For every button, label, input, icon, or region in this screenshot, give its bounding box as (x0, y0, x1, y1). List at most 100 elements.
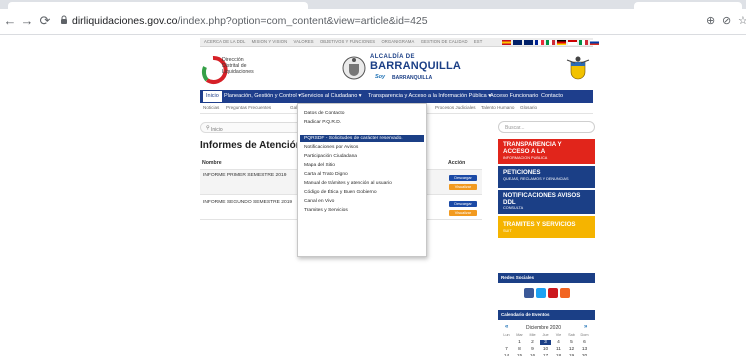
top-link[interactable]: OBJETIVOS Y FUNCIONES (320, 39, 375, 44)
nav-item-acceso-funcionario[interactable]: Acceso Funcionario (490, 92, 538, 101)
alcaldia-shield-icon (342, 56, 366, 80)
breadcrumb-label: Inicio (211, 127, 223, 133)
france-flag-icon[interactable] (535, 40, 544, 45)
top-link[interactable]: GESTION DE CALIDAD (421, 39, 468, 44)
top-link[interactable]: ACERCA DE LA DDL (204, 39, 245, 44)
twitter-icon[interactable] (536, 288, 546, 298)
subnav-item[interactable]: Noticias (203, 105, 219, 110)
nav-item-transparencia[interactable]: Transparencia y Acceso a la Información … (368, 92, 491, 101)
banner-title: TRAMITES Y SERVICIOS (503, 221, 576, 228)
main-navbar: Inicio Planeación, Gestión y Control ▾ S… (200, 90, 593, 103)
banner-title: PETICIONES (503, 169, 541, 176)
top-link[interactable]: EST (474, 39, 482, 44)
star-icon[interactable]: ☆ (738, 14, 746, 28)
report-name[interactable]: INFORME PRIMER SEMESTRE 2019 (203, 173, 286, 178)
tracking-icon[interactable]: ⊘ (722, 14, 731, 28)
calendar-day[interactable]: 13 (579, 347, 590, 352)
language-flags (502, 40, 599, 46)
report-name[interactable]: INFORME SEGUNDO SEMESTRE 2019 (203, 200, 292, 205)
subnav-item[interactable]: Procesos Judiciales (435, 105, 476, 110)
calendar-weekday: Mar (516, 333, 523, 337)
calendar-weekday: Jue (542, 333, 549, 337)
subnav-item[interactable]: Preguntas Frecuentes (226, 105, 271, 110)
tramites-banner[interactable]: TRAMITES Y SERVICIOS SUIT (498, 216, 595, 238)
subnav-item[interactable]: Talento Humano (481, 105, 514, 110)
spain-flag-icon[interactable] (502, 40, 511, 45)
banner-title: NOTIFICACIONES AVISOS (503, 192, 581, 199)
dropdown-item[interactable]: Participación Ciudadana (304, 154, 357, 159)
calendar-day[interactable]: 5 (566, 340, 577, 345)
top-link[interactable]: VALORES (294, 39, 314, 44)
banner-subtitle: CONSULTA (503, 206, 524, 210)
calendar-day[interactable]: 8 (514, 347, 525, 352)
calendar-next-icon[interactable]: » (584, 324, 587, 330)
flag-icon[interactable] (568, 40, 577, 45)
url-text[interactable]: dirliquidaciones.gov.co/index.php?option… (72, 14, 428, 28)
banner-title: TRANSPARENCIA Y (503, 141, 562, 148)
dropdown-item[interactable]: Notificaciones por Avisos (304, 145, 358, 150)
download-button[interactable]: Descargar (449, 201, 477, 207)
redes-sociales-header: Redes Sociales (498, 273, 595, 283)
uk-flag-icon[interactable] (524, 40, 533, 45)
notificaciones-banner[interactable]: NOTIFICACIONES AVISOS DDL CONSULTA (498, 190, 595, 214)
dropdown-item[interactable]: Carta al Trato Digno (304, 172, 348, 177)
youtube-icon[interactable] (548, 288, 558, 298)
forward-arrow-icon[interactable]: → (20, 13, 34, 29)
top-link[interactable]: ORGANIGRAMA (381, 39, 414, 44)
search-input[interactable]: Buscar... (498, 121, 595, 133)
calendar-day[interactable]: 7 (501, 347, 512, 352)
calendar-day[interactable]: 1 (514, 340, 525, 345)
servicios-dropdown-menu: Datos de Contacto Radicar P.Q.R.D. PQRSD… (297, 103, 427, 257)
view-button[interactable]: Visualizar (449, 210, 477, 216)
colombia-coat-of-arms-icon (566, 56, 590, 80)
url-path: /index.php?option=com_content&view=artic… (177, 15, 428, 27)
uk-flag-icon[interactable] (513, 40, 522, 45)
transparencia-banner[interactable]: TRANSPARENCIA Y ACCESO A LA INFORMACION … (498, 139, 595, 164)
dropdown-item[interactable]: Datos de Contacto (304, 111, 345, 116)
nav-item-contacto[interactable]: Contacto (541, 92, 563, 101)
dropdown-item-selected[interactable]: PQRSDF - Solicitudes de carácter reserva… (300, 135, 424, 142)
subnav-item[interactable]: Glosario (520, 105, 537, 110)
germany-flag-icon[interactable] (557, 40, 566, 45)
dropdown-item[interactable]: Código de Ética y Buen Gobierno (304, 190, 377, 195)
breadcrumb-home[interactable]: ⚲ Inicio (206, 125, 223, 133)
browser-tab[interactable] (634, 2, 742, 9)
reload-icon[interactable]: ⟳ (38, 13, 52, 29)
dropdown-item[interactable]: Tramites y Servicios (304, 208, 348, 213)
nav-item-planeacion[interactable]: Planeación, Gestión y Control ▾ (224, 92, 301, 101)
dropdown-item[interactable]: Mapa del Sitio (304, 163, 335, 168)
web-page: ACERCA DE LA DDL MISION Y VISION VALORES… (0, 36, 746, 356)
top-links-strip: ACERCA DE LA DDL MISION Y VISION VALORES… (200, 38, 599, 47)
dropdown-item[interactable]: Canal en Vivo (304, 199, 334, 204)
zoom-icon[interactable]: ⊕ (706, 14, 715, 28)
calendar-day[interactable]: 10 (540, 347, 551, 352)
italy-flag-icon[interactable] (546, 40, 555, 45)
calendar-day[interactable]: 6 (579, 340, 590, 345)
calendar-header: « Diciembre 2020 » (498, 324, 595, 332)
calendar-day[interactable]: 12 (566, 347, 577, 352)
banner-title: DDL (503, 199, 516, 206)
nav-item-inicio[interactable]: Inicio (203, 91, 222, 102)
dropdown-item[interactable]: Manual de trámites y atención al usuario (304, 181, 392, 186)
rss-icon[interactable] (560, 288, 570, 298)
lock-icon[interactable] (60, 15, 68, 25)
calendar-day[interactable]: 3 (540, 340, 551, 345)
peticiones-banner[interactable]: PETICIONES QUEJAS, RECLAMOS Y DENUNCIAS (498, 166, 595, 188)
banner-title: ACCESO A LA (503, 148, 546, 155)
calendar-day[interactable]: 4 (553, 340, 564, 345)
back-arrow-icon[interactable]: ← (3, 13, 17, 29)
view-button[interactable]: Visualizar (449, 184, 477, 190)
dropdown-item[interactable]: Radicar P.Q.R.D. (304, 120, 341, 125)
calendar-day[interactable]: 11 (553, 347, 564, 352)
top-link[interactable]: MISION Y VISION (252, 39, 288, 44)
russia-flag-icon[interactable] (590, 40, 599, 45)
facebook-icon[interactable] (524, 288, 534, 298)
browser-tab[interactable] (8, 2, 308, 9)
nav-item-servicios[interactable]: Servicios al Ciudadano ▾ (301, 92, 362, 101)
italy-flag-icon[interactable] (579, 40, 588, 45)
download-button[interactable]: Descargar (449, 175, 477, 181)
calendar-day[interactable]: 2 (527, 340, 538, 345)
calendar-prev-icon[interactable]: « (505, 324, 508, 330)
calendar-day[interactable]: 9 (527, 347, 538, 352)
barranquilla-label: BARRANQUILLA (370, 60, 462, 72)
